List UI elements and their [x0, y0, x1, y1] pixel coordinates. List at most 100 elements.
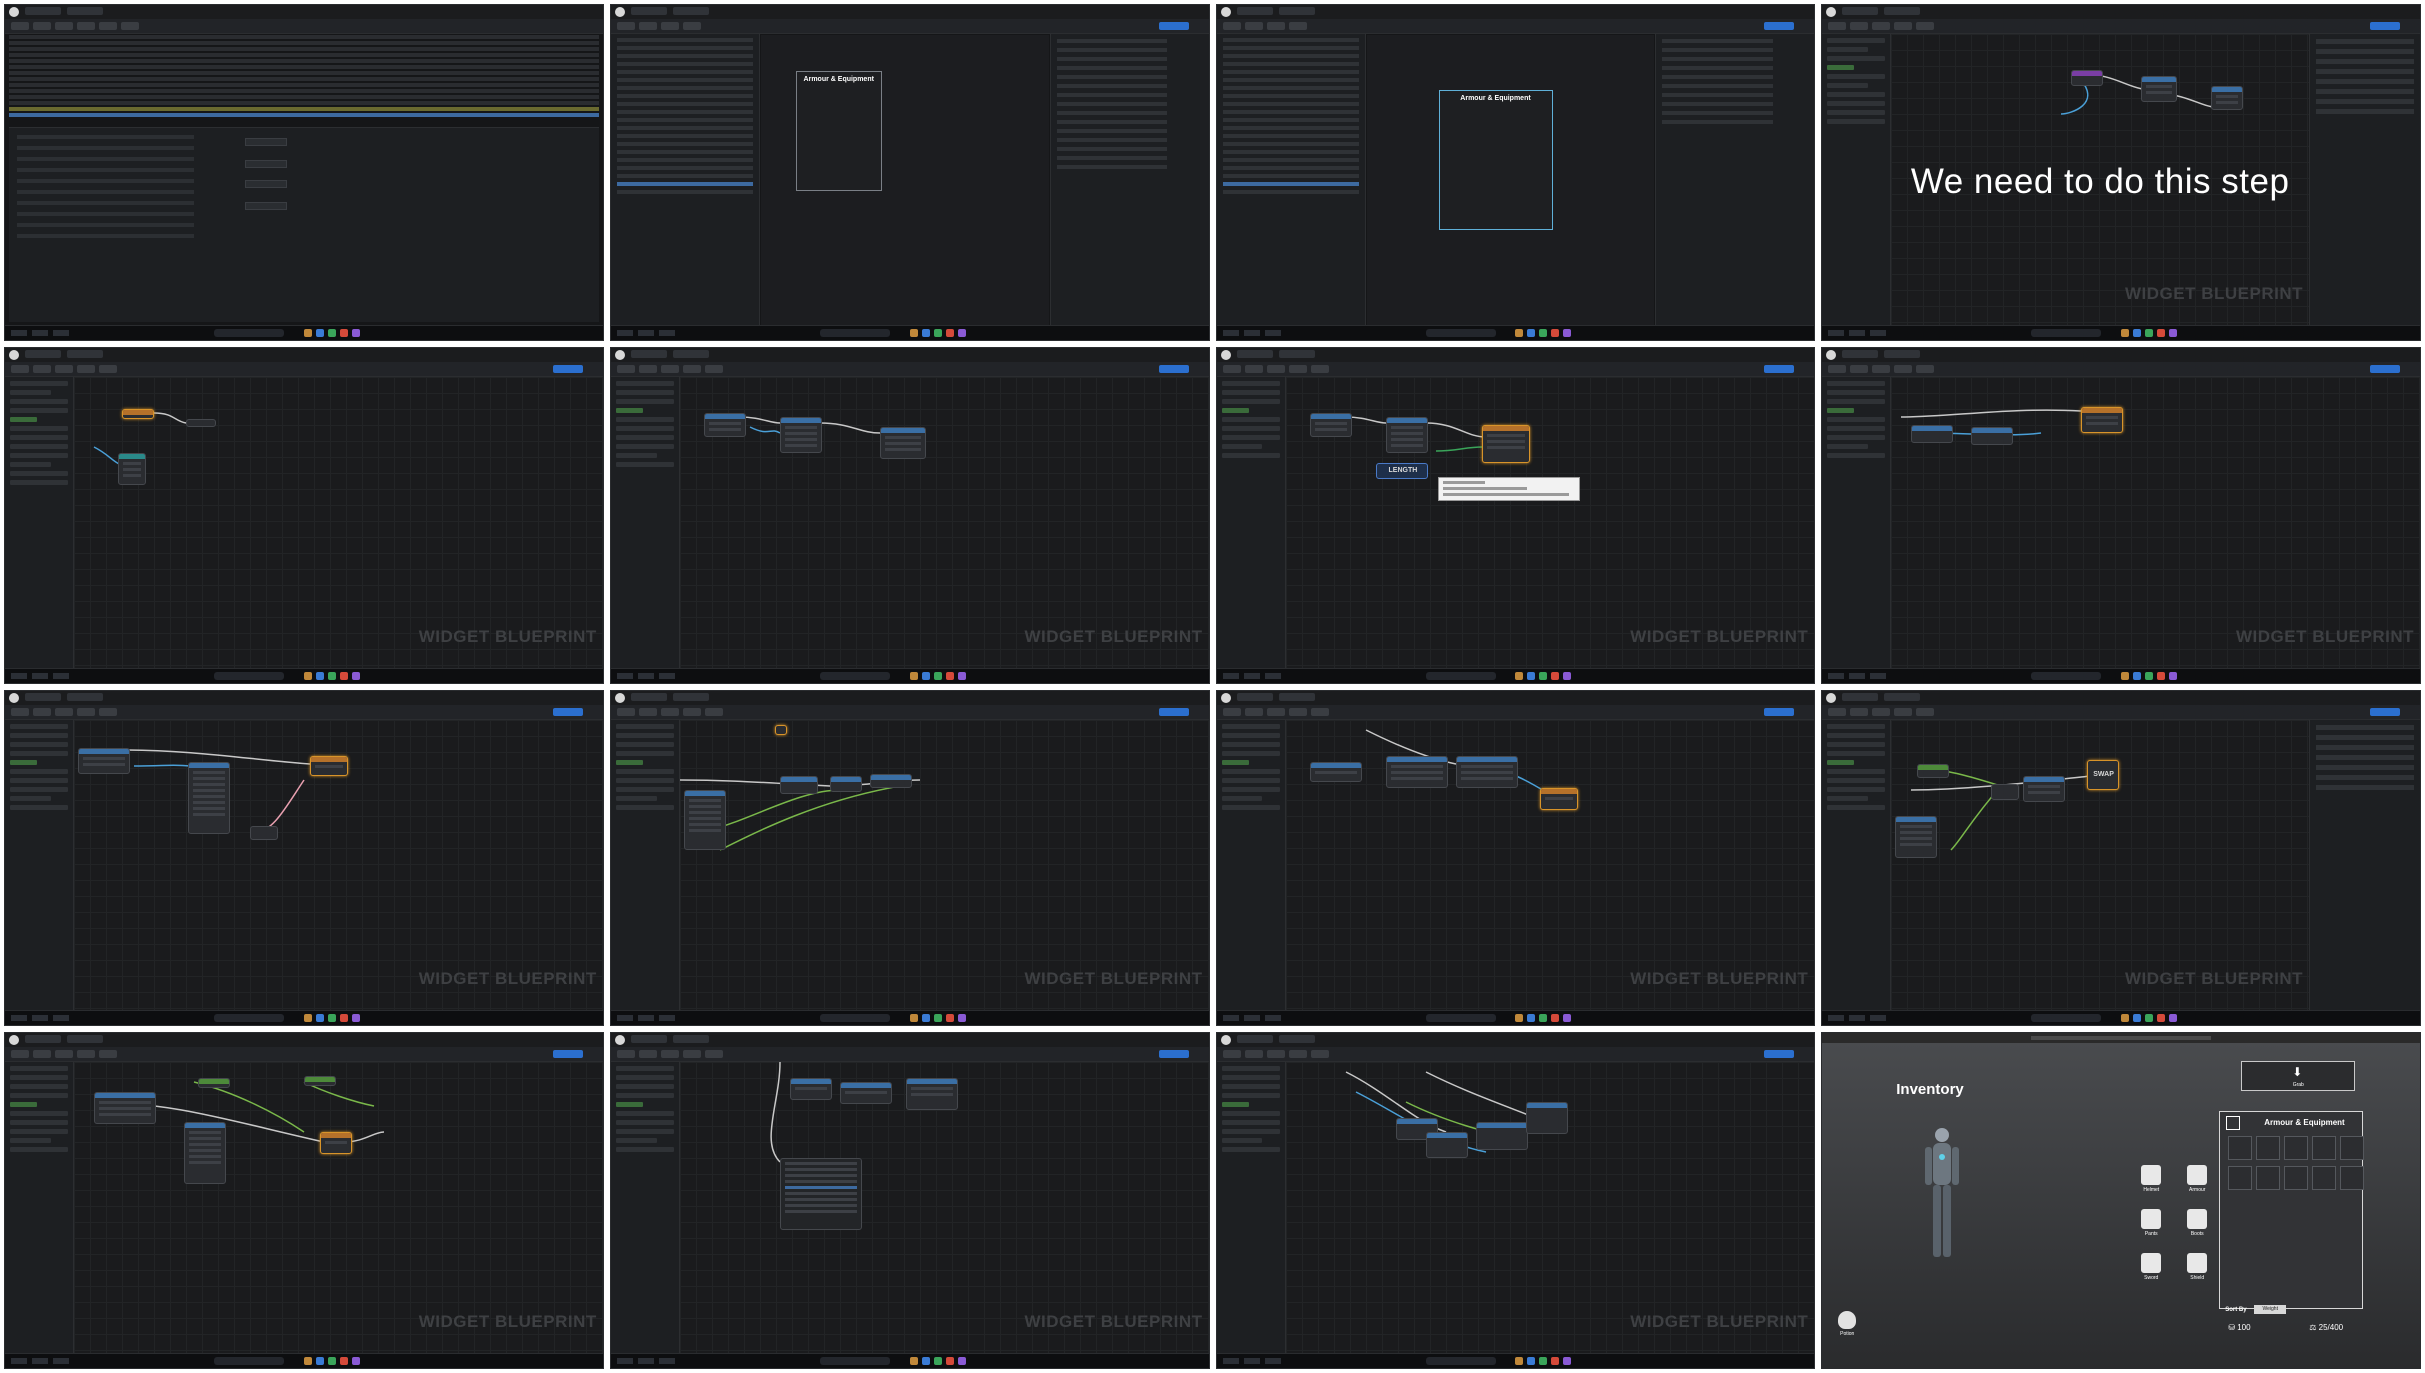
graph-node[interactable]	[250, 825, 278, 840]
hierarchy-panel	[1216, 34, 1366, 326]
event-graph[interactable]: WIDGET BLUEPRINT	[679, 1062, 1209, 1354]
widget-blueprint-watermark: WIDGET BLUEPRINT	[1630, 1312, 1809, 1331]
graph-node[interactable]	[188, 761, 230, 834]
graph-node[interactable]	[1917, 763, 1950, 778]
equip-slot-armour[interactable]: Armour	[2179, 1165, 2215, 1193]
inventory-slot[interactable]	[2228, 1136, 2253, 1161]
event-graph[interactable]: WIDGET BLUEPRINT	[1891, 376, 2420, 669]
equip-slot-helmet[interactable]: Helmet	[2133, 1165, 2169, 1193]
grab-button[interactable]: ⬇ Grab	[2241, 1061, 2356, 1092]
armour-equipment-widget[interactable]: Armour & Equipment	[1438, 90, 1553, 230]
graph-node[interactable]	[320, 1132, 352, 1155]
graph-node[interactable]	[879, 426, 926, 459]
graph-node[interactable]	[1385, 416, 1428, 453]
graph-node[interactable]	[1309, 761, 1362, 782]
event-graph[interactable]: WIDGET BLUEPRINT	[74, 1062, 603, 1354]
designer-canvas[interactable]: Armour & Equipment	[1366, 35, 1655, 326]
frame-data-table	[4, 4, 604, 341]
graph-node[interactable]	[1481, 424, 1530, 463]
graph-node[interactable]	[2023, 775, 2066, 802]
inventory-slot[interactable]	[2340, 1166, 2365, 1191]
widget-blueprint-watermark: WIDGET BLUEPRINT	[1630, 969, 1809, 989]
graph-node[interactable]	[310, 755, 348, 776]
graph-node[interactable]	[304, 1076, 336, 1087]
graph-node[interactable]	[118, 452, 146, 485]
widget-blueprint-watermark: WIDGET BLUEPRINT	[1024, 1312, 1203, 1331]
graph-node[interactable]	[829, 775, 862, 792]
graph-node[interactable]	[1971, 426, 2014, 445]
shield-icon	[2187, 1253, 2208, 1274]
event-graph[interactable]: LENGTH WIDGET BLUEPRINT	[1285, 376, 1815, 669]
swap-node[interactable]: SWAP	[2087, 759, 2120, 790]
widget-title: Armour & Equipment	[1460, 95, 1531, 102]
equip-slot-shield[interactable]: Shield	[2179, 1253, 2215, 1281]
equip-slot-sword[interactable]: Sword	[2133, 1253, 2169, 1281]
graph-node[interactable]	[1911, 424, 1954, 443]
event-graph[interactable]: SWAP WIDGET BLUEPRINT	[1891, 719, 2309, 1012]
equipment-slots: Helmet Armour Pants Boots Sword Shield	[2133, 1165, 2215, 1281]
graph-node[interactable]	[1991, 783, 2020, 800]
graph-node[interactable]	[1455, 755, 1518, 788]
graph-node[interactable]	[122, 408, 154, 419]
length-node[interactable]: LENGTH	[1375, 462, 1428, 479]
equip-slot-label: Armour	[2189, 1187, 2206, 1194]
graph-node[interactable]	[839, 1082, 892, 1105]
event-graph[interactable]: WIDGET BLUEPRINT	[1285, 719, 1815, 1012]
graph-node[interactable]	[789, 1078, 832, 1101]
graph-node[interactable]	[683, 789, 726, 850]
graph-node[interactable]	[905, 1078, 958, 1111]
equip-slot-label: Sword	[2144, 1275, 2159, 1282]
graph-node[interactable]	[1539, 787, 1578, 810]
video-thumbnail-grid: Armour & Equipment Armour & Equipment We…	[4, 4, 2421, 1369]
graph-node[interactable]	[184, 1122, 226, 1185]
potion-quickslot[interactable]: Potion	[1834, 1311, 1860, 1337]
character-mannequin	[1925, 1128, 1960, 1258]
inventory-slot[interactable]	[2284, 1166, 2309, 1191]
equip-slot-boots[interactable]: Boots	[2179, 1209, 2215, 1237]
event-graph[interactable]: WIDGET BLUEPRINT	[1285, 1062, 1815, 1354]
graph-node[interactable]	[779, 416, 822, 453]
inventory-slot[interactable]	[2256, 1136, 2281, 1161]
inventory-slot[interactable]	[2340, 1136, 2365, 1161]
frame-graph-4-1: WIDGET BLUEPRINT	[4, 1032, 604, 1369]
graph-node[interactable]	[2081, 406, 2124, 433]
graph-node[interactable]	[1309, 412, 1352, 437]
inventory-slot[interactable]	[2284, 1136, 2309, 1161]
graph-node[interactable]	[774, 724, 787, 735]
graph-node[interactable]	[198, 1078, 230, 1089]
graph-node[interactable]	[1425, 1132, 1468, 1159]
inventory-slot[interactable]	[2256, 1166, 2281, 1191]
event-graph[interactable]: WIDGET BLUEPRINT	[74, 719, 603, 1012]
event-graph[interactable]: WIDGET BLUEPRINT	[679, 719, 1209, 1012]
graph-node[interactable]	[2141, 76, 2178, 102]
grab-label: Grab	[2292, 1082, 2304, 1089]
action-context-menu[interactable]	[779, 1158, 862, 1231]
widget-blueprint-watermark: WIDGET BLUEPRINT	[418, 969, 597, 989]
graph-node[interactable]	[1525, 1102, 1568, 1135]
inventory-slot[interactable]	[2312, 1136, 2337, 1161]
graph-node[interactable]	[78, 747, 130, 774]
event-graph[interactable]: WIDGET BLUEPRINT	[679, 376, 1209, 669]
graph-node[interactable]	[869, 773, 912, 788]
graph-node[interactable]	[94, 1092, 156, 1125]
frame-graph-2-2: WIDGET BLUEPRINT	[609, 346, 1210, 684]
designer-canvas[interactable]: Armour & Equipment	[760, 35, 1049, 326]
graph-node[interactable]	[2071, 70, 2104, 86]
graph-node[interactable]	[1475, 1122, 1528, 1151]
graph-node[interactable]	[703, 412, 746, 437]
equip-slot-label: Boots	[2190, 1231, 2204, 1238]
graph-node[interactable]	[1895, 815, 1938, 858]
inventory-slot[interactable]	[2228, 1166, 2253, 1191]
node-tooltip	[1437, 476, 1580, 501]
equip-slot-pants[interactable]: Pants	[2133, 1209, 2169, 1237]
armour-equipment-widget[interactable]: Armour & Equipment	[795, 71, 882, 191]
graph-node[interactable]	[2211, 86, 2244, 110]
widget-blueprint-watermark: WIDGET BLUEPRINT	[2125, 283, 2303, 303]
graph-node[interactable]	[779, 775, 818, 794]
inventory-slot[interactable]	[2312, 1166, 2337, 1191]
event-graph[interactable]: WIDGET BLUEPRINT	[74, 376, 603, 669]
graph-node[interactable]	[1385, 755, 1448, 788]
event-graph[interactable]: We need to do this step WIDGET BLUEPRINT	[1891, 34, 2309, 326]
sort-by-dropdown[interactable]: Weight	[2254, 1305, 2287, 1315]
graph-node[interactable]	[186, 418, 216, 427]
